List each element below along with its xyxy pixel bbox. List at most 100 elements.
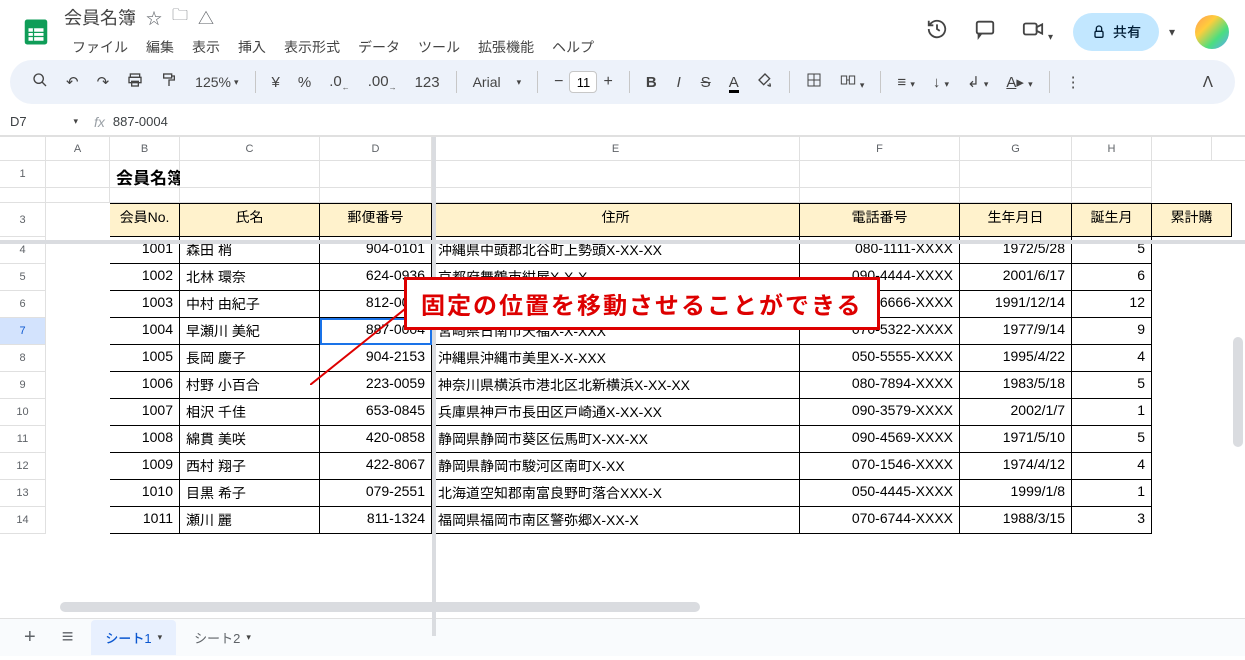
cell[interactable]: 1 [1072,480,1152,507]
avatar[interactable] [1195,15,1229,49]
cell[interactable]: 090-3579-XXXX [800,399,960,426]
cell[interactable]: 長岡 慶子 [180,345,320,372]
cell[interactable]: 050-5555-XXXX [800,345,960,372]
cell[interactable]: 目黒 希子 [180,480,320,507]
menu-ファイル[interactable]: ファイル [64,33,136,61]
cell[interactable]: 電話番号 [800,203,960,237]
menu-ツール[interactable]: ツール [410,33,468,61]
cell[interactable] [46,188,110,203]
namebox[interactable]: D7▾ [10,114,86,129]
col-header-A[interactable]: A [46,137,110,160]
decrease-decimal-icon[interactable]: .0← [323,69,356,96]
row-header-10[interactable]: 10 [0,399,46,426]
cell[interactable]: 瀬川 麗 [180,507,320,534]
select-all-corner[interactable] [0,137,46,160]
cell[interactable]: 福岡県福岡市南区警弥郷X-XX-X [432,507,800,534]
cell[interactable]: 沖縄県沖縄市美里X-X-XXX [432,345,800,372]
row-header-7[interactable]: 7 [0,318,46,345]
cell[interactable]: 6 [1072,264,1152,291]
cell[interactable]: 9 [1072,318,1152,345]
cell[interactable] [46,372,110,399]
cell[interactable]: 静岡県静岡市駿河区南町X-XX [432,453,800,480]
cell[interactable] [960,188,1072,203]
more-formats-icon[interactable]: 123 [409,70,446,95]
cell[interactable]: 生年月日 [960,203,1072,237]
row-header-5[interactable]: 5 [0,264,46,291]
font-size-decrease-icon[interactable]: − [548,71,569,93]
cell[interactable]: 北海道空知郡南富良野町落合XXX-X [432,480,800,507]
scrollbar-horizontal[interactable] [60,602,700,612]
cell[interactable]: 3 [1072,507,1152,534]
row-header-6[interactable]: 6 [0,291,46,318]
row-header-[interactable] [0,188,46,203]
cell[interactable]: 070-6744-XXXX [800,507,960,534]
cell[interactable]: 1995/4/22 [960,345,1072,372]
cell[interactable]: 相沢 千佳 [180,399,320,426]
cell[interactable]: 1004 [110,318,180,345]
move-folder-icon[interactable]: 🗀 [172,4,188,31]
sheets-logo[interactable] [16,12,56,52]
cloud-status-icon[interactable]: △ [198,5,214,29]
row-header-11[interactable]: 11 [0,426,46,453]
cell[interactable] [432,188,800,203]
doc-title[interactable]: 会員名簿 [64,4,136,30]
cell[interactable]: 4 [1072,345,1152,372]
cell[interactable]: 西村 翔子 [180,453,320,480]
cell[interactable] [46,161,110,188]
star-icon[interactable]: ☆ [146,5,162,29]
font-select[interactable]: Arial▾ [467,70,528,94]
menu-表示[interactable]: 表示 [184,33,228,61]
cell[interactable]: 1971/5/10 [960,426,1072,453]
cell[interactable]: 静岡県静岡市葵区伝馬町X-XX-XX [432,426,800,453]
cell[interactable]: 北林 環奈 [180,264,320,291]
col-header-C[interactable]: C [180,137,320,160]
text-rotation-icon[interactable]: A▸ ▾ [1000,69,1038,95]
add-sheet-icon[interactable]: + [16,622,44,653]
cell[interactable] [46,426,110,453]
cell[interactable]: 811-1324 [320,507,432,534]
font-size-input[interactable] [569,71,597,93]
cell[interactable]: 会員名簿 [110,161,180,188]
merge-cells-icon[interactable]: ▾ [834,68,871,96]
cell[interactable]: 住所 [432,203,800,237]
cell[interactable]: 綿貫 美咲 [180,426,320,453]
cell[interactable]: 1002 [110,264,180,291]
cell[interactable] [46,453,110,480]
cell[interactable] [960,161,1072,188]
cell[interactable]: 422-8067 [320,453,432,480]
cell[interactable] [180,188,320,203]
strikethrough-icon[interactable]: S [695,70,717,95]
horizontal-align-icon[interactable]: ≡ ▾ [891,70,920,95]
col-header-D[interactable]: D [320,137,432,160]
font-size-increase-icon[interactable]: + [597,71,618,93]
cell[interactable]: 1977/9/14 [960,318,1072,345]
cell[interactable]: 070-1546-XXXX [800,453,960,480]
currency-icon[interactable]: ¥ [266,70,286,95]
collapse-toolbar-icon[interactable]: ᐱ [1197,69,1219,95]
cell[interactable] [320,188,432,203]
freeze-line-horizontal[interactable] [0,240,1245,244]
italic-icon[interactable]: I [669,70,689,95]
cell[interactable] [46,399,110,426]
history-icon[interactable] [920,12,954,52]
share-caret[interactable]: ▾ [1163,19,1181,45]
more-icon[interactable]: ⋮ [1060,69,1087,95]
cell[interactable]: 1 [1072,399,1152,426]
menu-編集[interactable]: 編集 [138,33,182,61]
meet-icon[interactable]: ▾ [1016,12,1059,52]
row-header-9[interactable]: 9 [0,372,46,399]
vertical-align-icon[interactable]: ↓ ▾ [927,70,955,95]
cell[interactable] [800,161,960,188]
text-color-icon[interactable]: A [723,70,745,95]
row-header-8[interactable]: 8 [0,345,46,372]
borders-icon[interactable] [800,68,828,96]
menu-データ[interactable]: データ [350,33,408,61]
cell[interactable]: 神奈川県横浜市港北区北新横浜X-XX-XX [432,372,800,399]
col-header-F[interactable]: F [800,137,960,160]
cell[interactable]: 5 [1072,372,1152,399]
cell[interactable]: 050-4445-XXXX [800,480,960,507]
comment-icon[interactable] [968,12,1002,52]
sheet-tab-シート1[interactable]: シート1 ▾ [91,620,176,655]
print-icon[interactable] [121,68,149,96]
cell[interactable]: 会員No. [110,203,180,237]
